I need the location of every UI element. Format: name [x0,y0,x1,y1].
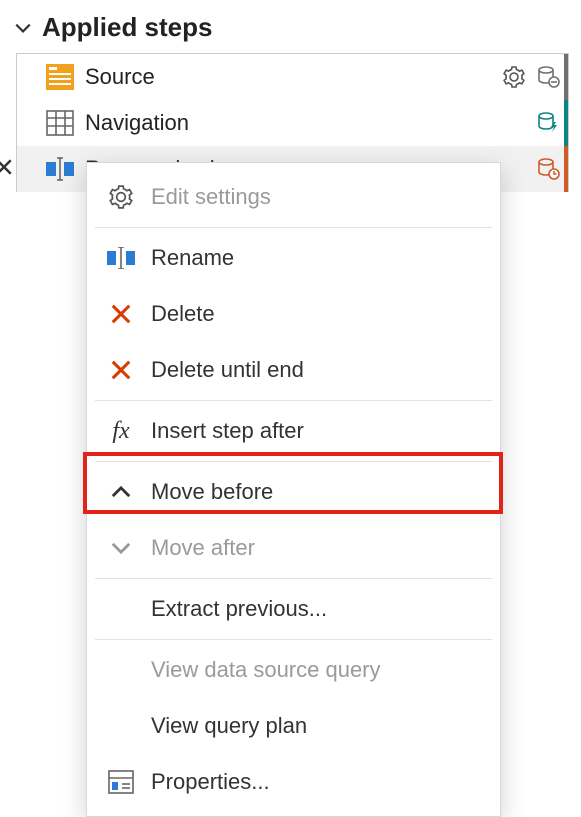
menu-item-edit-settings: Edit settings [87,169,500,225]
rename-icon [105,242,137,274]
menu-separator [95,400,492,401]
menu-label: Delete until end [151,357,304,383]
menu-label: Properties... [151,769,270,795]
step-row-source[interactable]: Source [17,54,568,100]
menu-item-move-before[interactable]: Move before [87,464,500,520]
x-red-icon [105,354,137,386]
menu-separator [95,578,492,579]
menu-item-insert-step-after[interactable]: fx Insert step after [87,403,500,459]
fx-icon: fx [105,415,137,447]
rename-column-icon [45,154,75,184]
panel-title: Applied steps [42,12,212,43]
context-menu: Edit settings Rename Delete Delete until… [86,162,501,817]
chevron-up-icon [105,476,137,508]
menu-label: Rename [151,245,234,271]
table-properties-icon [105,766,137,798]
menu-label: Extract previous... [151,596,327,622]
menu-item-move-after: Move after [87,520,500,576]
step-label: Navigation [85,110,524,136]
menu-separator [95,461,492,462]
chevron-down-icon [12,17,34,39]
menu-separator [95,227,492,228]
menu-separator [95,639,492,640]
close-icon[interactable] [0,158,13,181]
blank-icon [105,593,137,625]
menu-label: Move after [151,535,255,561]
menu-item-delete-until-end[interactable]: Delete until end [87,342,500,398]
menu-label: Move before [151,479,273,505]
menu-label: Delete [151,301,215,327]
menu-item-rename[interactable]: Rename [87,230,500,286]
menu-item-view-query-plan[interactable]: View query plan [87,698,500,754]
data-source-icon [45,62,75,92]
blank-icon [105,654,137,686]
database-clock-icon [534,155,562,183]
table-icon [45,108,75,138]
menu-label: View query plan [151,713,307,739]
menu-label: Insert step after [151,418,304,444]
database-bolt-icon [534,109,562,137]
x-red-icon [105,298,137,330]
step-row-navigation[interactable]: Navigation [17,100,568,146]
gear-icon[interactable] [500,63,528,91]
menu-item-delete[interactable]: Delete [87,286,500,342]
menu-item-extract-previous[interactable]: Extract previous... [87,581,500,637]
database-icon [534,63,562,91]
menu-item-properties[interactable]: Properties... [87,754,500,810]
gear-icon [105,181,137,213]
menu-label: Edit settings [151,184,271,210]
chevron-down-icon [105,532,137,564]
blank-icon [105,710,137,742]
step-label: Source [85,64,490,90]
menu-item-view-data-source-query: View data source query [87,642,500,698]
menu-label: View data source query [151,657,381,683]
panel-header[interactable]: Applied steps [10,8,571,53]
